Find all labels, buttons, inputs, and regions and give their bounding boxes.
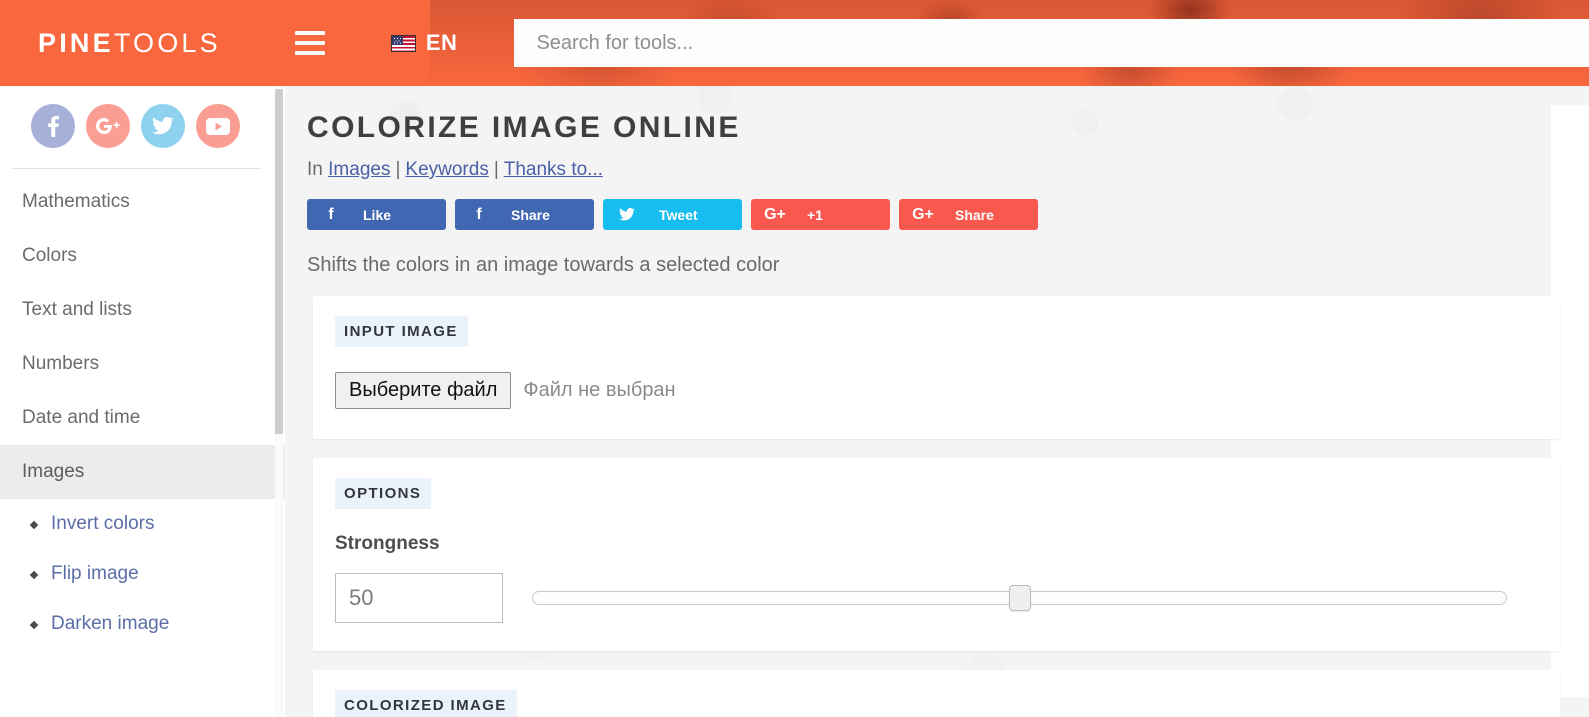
- facebook-icon[interactable]: [31, 104, 75, 148]
- language-selector[interactable]: EN: [390, 30, 458, 56]
- google-plus-share-label: Share: [955, 206, 994, 223]
- facebook-share-label: Share: [511, 206, 550, 223]
- sidebar: Mathematics Colors Text and lists Number…: [0, 86, 285, 717]
- sidebar-scrollbar[interactable]: [275, 86, 283, 717]
- google-plus-one-button[interactable]: G+ +1: [751, 199, 890, 230]
- search-input[interactable]: [514, 19, 1589, 67]
- breadcrumb-prefix: In: [307, 159, 323, 180]
- breadcrumb-separator: |: [395, 159, 401, 180]
- section-badge-input-image: INPUT IMAGE: [335, 316, 468, 347]
- google-plus-icon[interactable]: [86, 104, 130, 148]
- breadcrumb-link-keywords[interactable]: Keywords: [405, 159, 488, 180]
- twitter-tweet-label: Tweet: [659, 206, 698, 223]
- hamburger-icon[interactable]: [294, 31, 325, 55]
- breadcrumb: In Images | Keywords | Thanks to...: [307, 145, 1589, 181]
- section-badge-options: OPTIONS: [335, 478, 432, 509]
- main-content: COLORIZE IMAGE ONLINE In Images | Keywords…: [285, 86, 1589, 717]
- strongness-slider[interactable]: [532, 585, 1507, 611]
- social-share-bar: f Like f Share Tweet G+ +1 G+ Share: [307, 181, 1589, 230]
- google-plus-share-button[interactable]: G+ Share: [899, 199, 1038, 230]
- tool-description: Shifts the colors in an image towards a …: [307, 254, 780, 276]
- sidebar-item-images[interactable]: Images: [0, 445, 285, 499]
- list-item[interactable]: Darken image: [0, 599, 285, 649]
- strongness-input[interactable]: [335, 573, 503, 623]
- twitter-icon[interactable]: [141, 104, 185, 148]
- strongness-slider-thumb[interactable]: [1008, 585, 1031, 611]
- sidebar-item-text-and-lists[interactable]: Text and lists: [0, 283, 285, 337]
- sidebar-item-numbers[interactable]: Numbers: [0, 337, 285, 391]
- sidebar-item-date-and-time[interactable]: Date and time: [0, 391, 285, 445]
- site-header: PINETOOLS EN: [0, 0, 1589, 86]
- facebook-icon: f: [476, 205, 482, 223]
- logo-text-primary: PINE: [38, 27, 114, 58]
- youtube-icon[interactable]: [196, 104, 240, 148]
- sidebar-subnav-images: Invert colors Flip image Darken image: [0, 499, 285, 649]
- breadcrumb-link-thanks-to[interactable]: Thanks to...: [504, 159, 603, 180]
- search-container: [514, 19, 1589, 67]
- twitter-icon: [617, 208, 637, 221]
- google-plus-icon: G+: [912, 205, 934, 223]
- logo-text-secondary: TOOLS: [113, 27, 221, 58]
- strongness-label: Strongness: [335, 533, 440, 554]
- choose-file-button[interactable]: Выберите файл: [335, 372, 512, 409]
- sidebar-subitem-flip-image[interactable]: Flip image: [51, 563, 139, 584]
- input-image-card: INPUT IMAGE Выберите файл Файл не выбран: [313, 296, 1560, 439]
- file-input-row: Выберите файл Файл не выбран: [335, 347, 1538, 417]
- google-plus-one-label: +1: [807, 206, 823, 223]
- sidebar-item-colors[interactable]: Colors: [0, 229, 285, 283]
- colorized-image-card: COLORIZED IMAGE: [313, 670, 1560, 717]
- sidebar-subitem-darken-image[interactable]: Darken image: [51, 613, 169, 634]
- sidebar-social-links: [0, 86, 285, 148]
- hamburger-bar: [294, 31, 325, 35]
- hamburger-bar: [294, 41, 325, 45]
- facebook-like-label: Like: [363, 206, 392, 223]
- file-status-label: Файл не выбран: [523, 379, 676, 401]
- google-plus-icon: G+: [764, 205, 786, 223]
- options-card: OPTIONS Strongness: [313, 458, 1560, 651]
- sidebar-scrollbar-thumb[interactable]: [275, 89, 283, 434]
- sidebar-nav: Mathematics Colors Text and lists Number…: [0, 169, 285, 649]
- facebook-share-button[interactable]: f Share: [455, 199, 594, 230]
- section-badge-colorized-image: COLORIZED IMAGE: [335, 690, 517, 717]
- strongness-control-row: [335, 555, 1538, 629]
- language-label: EN: [425, 30, 458, 55]
- us-flag-icon: [390, 34, 416, 52]
- breadcrumb-separator: |: [493, 159, 499, 180]
- list-item[interactable]: Flip image: [0, 549, 285, 599]
- list-item[interactable]: Invert colors: [0, 499, 285, 549]
- twitter-tweet-button[interactable]: Tweet: [603, 199, 742, 230]
- main-inner: COLORIZE IMAGE ONLINE In Images | Keywords…: [285, 86, 1589, 717]
- page-title: COLORIZE IMAGE ONLINE: [307, 111, 741, 144]
- facebook-icon: f: [328, 205, 334, 223]
- sidebar-subitem-invert-colors[interactable]: Invert colors: [51, 513, 154, 534]
- sidebar-item-mathematics[interactable]: Mathematics: [0, 175, 285, 229]
- site-logo[interactable]: PINETOOLS: [38, 28, 221, 59]
- hamburger-bar: [294, 51, 325, 55]
- breadcrumb-link-images[interactable]: Images: [328, 159, 390, 180]
- facebook-like-button[interactable]: f Like: [307, 199, 446, 230]
- page-body: Mathematics Colors Text and lists Number…: [0, 86, 1589, 717]
